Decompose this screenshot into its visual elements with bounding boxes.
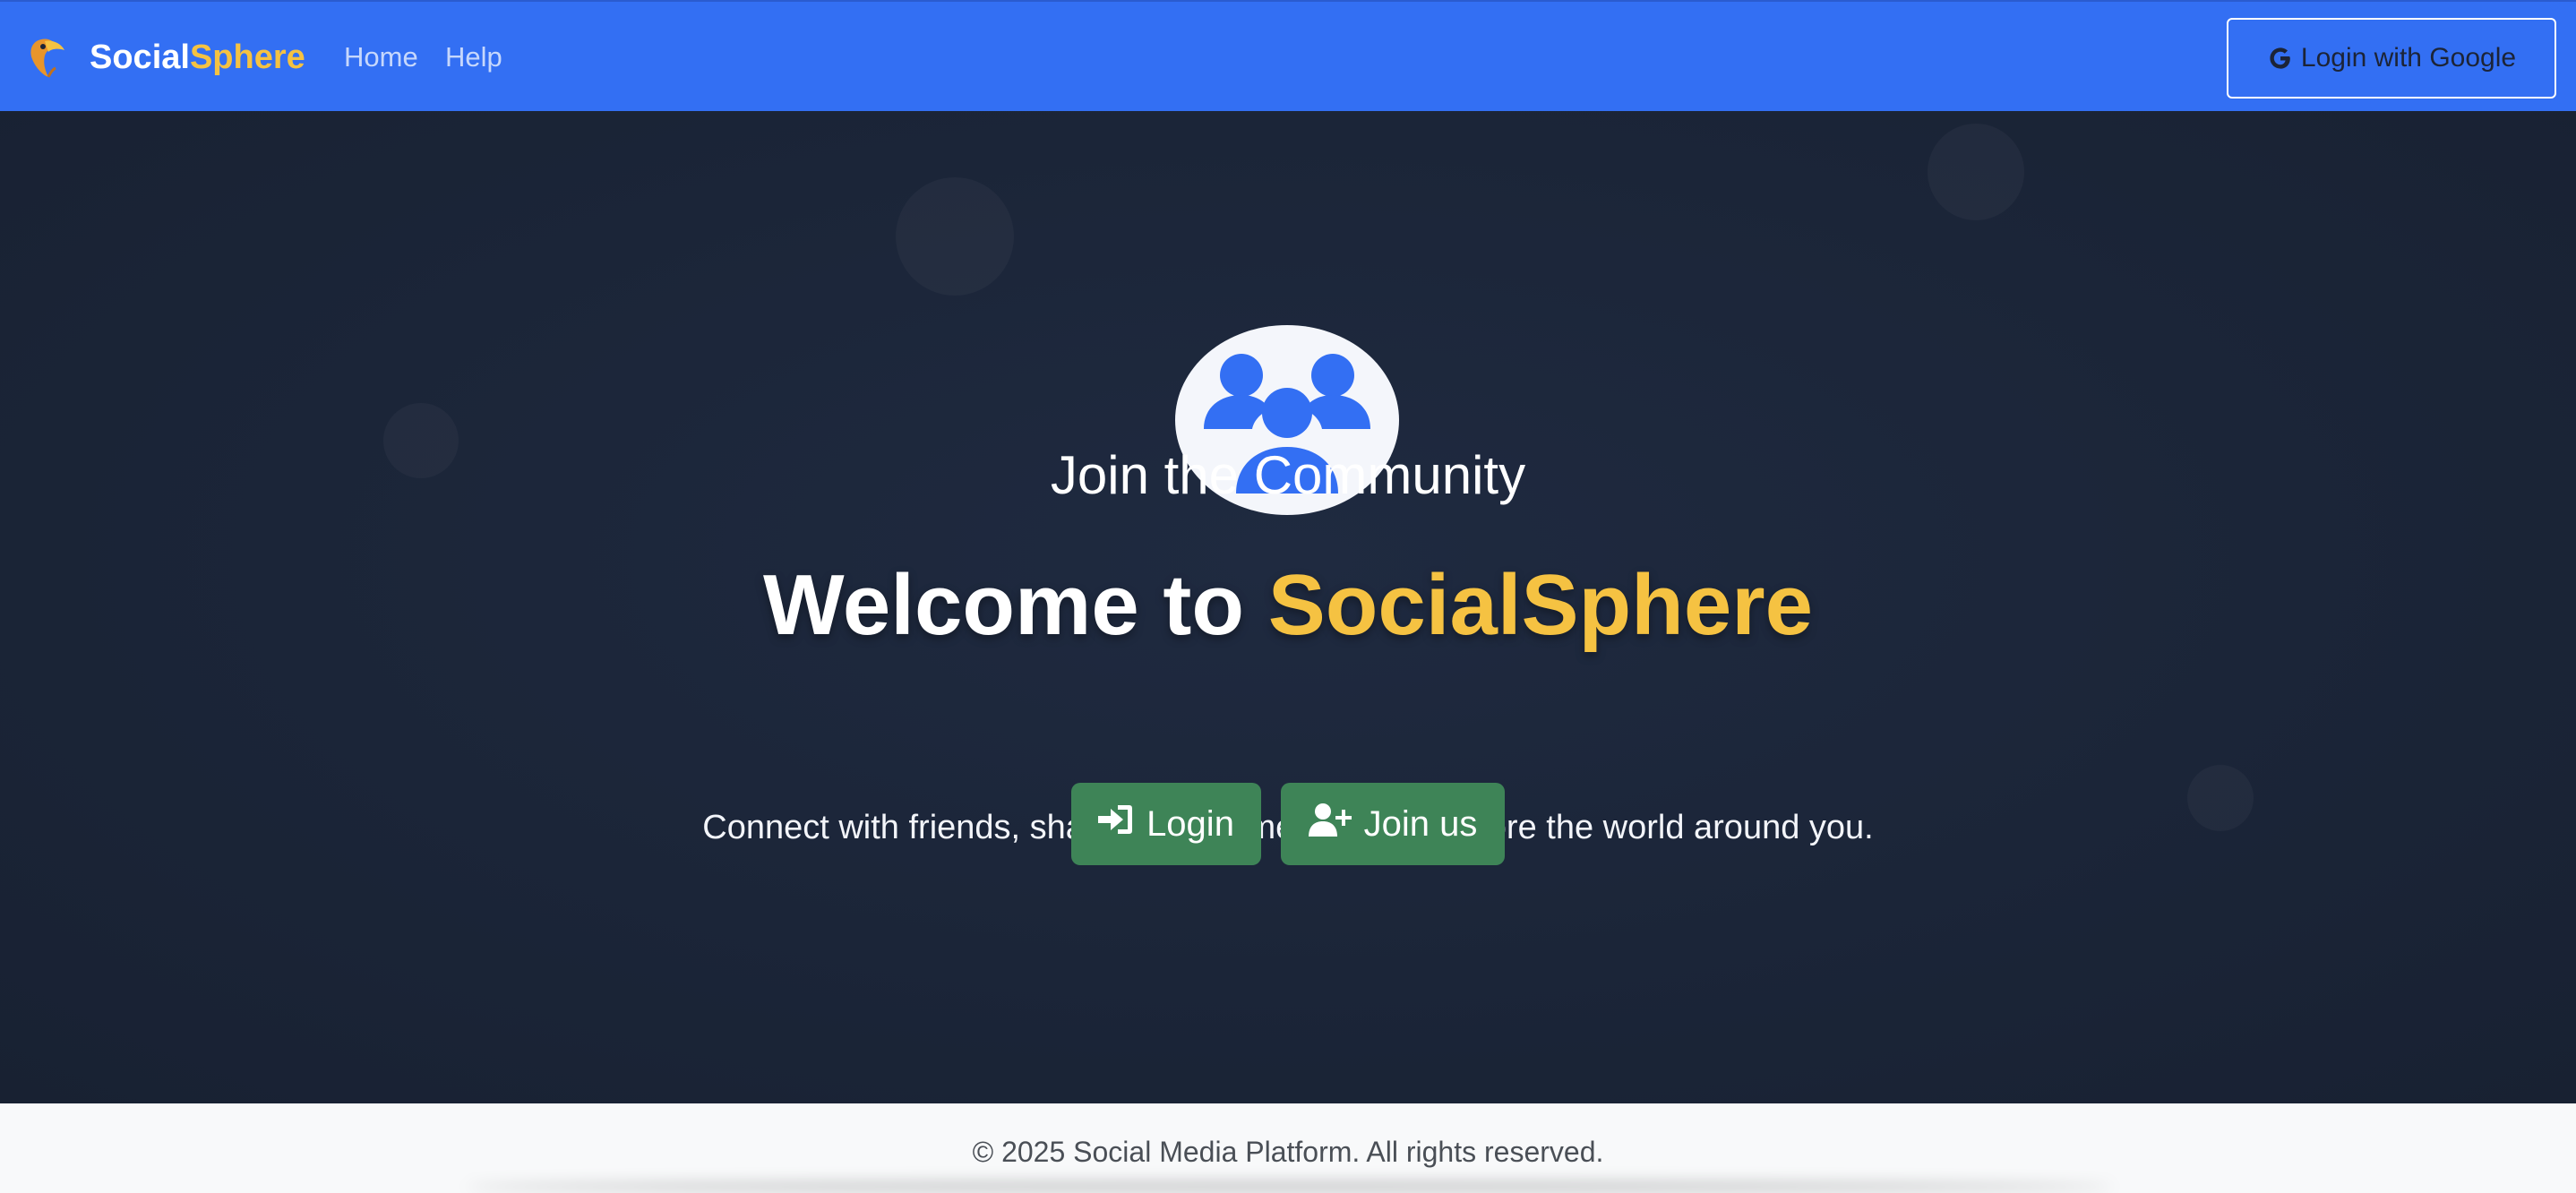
page-footer: © 2025 Social Media Platform. All rights… — [0, 1103, 2576, 1193]
toucan-logo-icon[interactable] — [29, 34, 66, 81]
hero-subtitle: Join the Community — [1050, 445, 1526, 505]
footer-shadow-decoration — [466, 1180, 2114, 1193]
decorative-bubble — [896, 177, 1014, 296]
google-icon — [2267, 45, 2294, 72]
top-navbar: SocialSphere Home Help Login with Google — [0, 0, 2576, 111]
login-button[interactable]: Login — [1071, 783, 1261, 865]
sign-in-icon — [1098, 803, 1134, 845]
login-button-label: Login — [1146, 803, 1234, 844]
login-with-google-label: Login with Google — [2300, 43, 2517, 73]
join-us-button-label: Join us — [1363, 803, 1478, 844]
headline-prefix: Welcome to — [763, 557, 1268, 653]
footer-copyright: © 2025 Social Media Platform. All rights… — [972, 1136, 1604, 1168]
login-with-google-button[interactable]: Login with Google — [2227, 18, 2556, 99]
brand-name[interactable]: SocialSphere — [90, 36, 305, 79]
nav-link-home[interactable]: Home — [344, 39, 418, 75]
join-us-button[interactable]: Join us — [1281, 783, 1505, 865]
headline-brand: SocialSphere — [1267, 557, 1813, 653]
hero-section: Join the Community Welcome to SocialSphe… — [0, 111, 2576, 1103]
nav-link-help[interactable]: Help — [445, 39, 502, 75]
brand-name-social: Social — [90, 39, 190, 76]
hero-headline: Welcome to SocialSphere — [0, 555, 2576, 656]
user-plus-icon — [1308, 802, 1352, 845]
decorative-bubble — [1928, 124, 2024, 220]
brand-name-sphere: Sphere — [189, 39, 305, 76]
